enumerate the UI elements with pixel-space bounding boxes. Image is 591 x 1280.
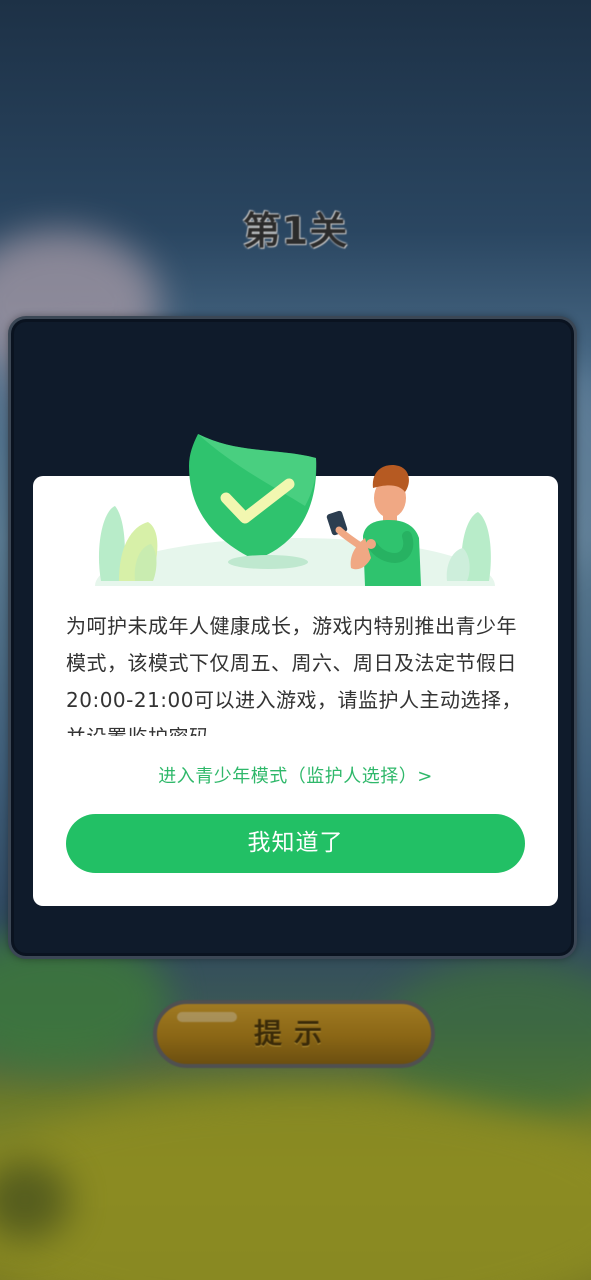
notice-text: 为呵护未成年人健康成长，游戏内特别推出青少年模式，该模式下仅周五、周六、周日及法… (66, 614, 522, 736)
youth-protection-illustration (95, 434, 495, 586)
confirm-button[interactable]: 我知道了 (66, 814, 525, 873)
background-ground (0, 1090, 591, 1280)
minor-protection-dialog: 为呵护未成年人健康成长，游戏内特别推出青少年模式，该模式下仅周五、周六、周日及法… (33, 434, 558, 906)
hint-button[interactable]: 提示 (153, 1000, 435, 1068)
plant-right-icon (446, 512, 491, 581)
hint-button-label: 提示 (253, 1017, 334, 1050)
game-screen: 第1关 提示 为呵护未成年人健康成长，游戏内特别推出青少年模式，该模式下仅周五、… (0, 0, 591, 1280)
plant-left-icon (98, 506, 158, 581)
level-title: 第1关 (242, 209, 349, 253)
button-gloss (177, 1012, 237, 1022)
youth-mode-link[interactable]: 进入青少年模式（监护人选择）> (33, 762, 558, 788)
